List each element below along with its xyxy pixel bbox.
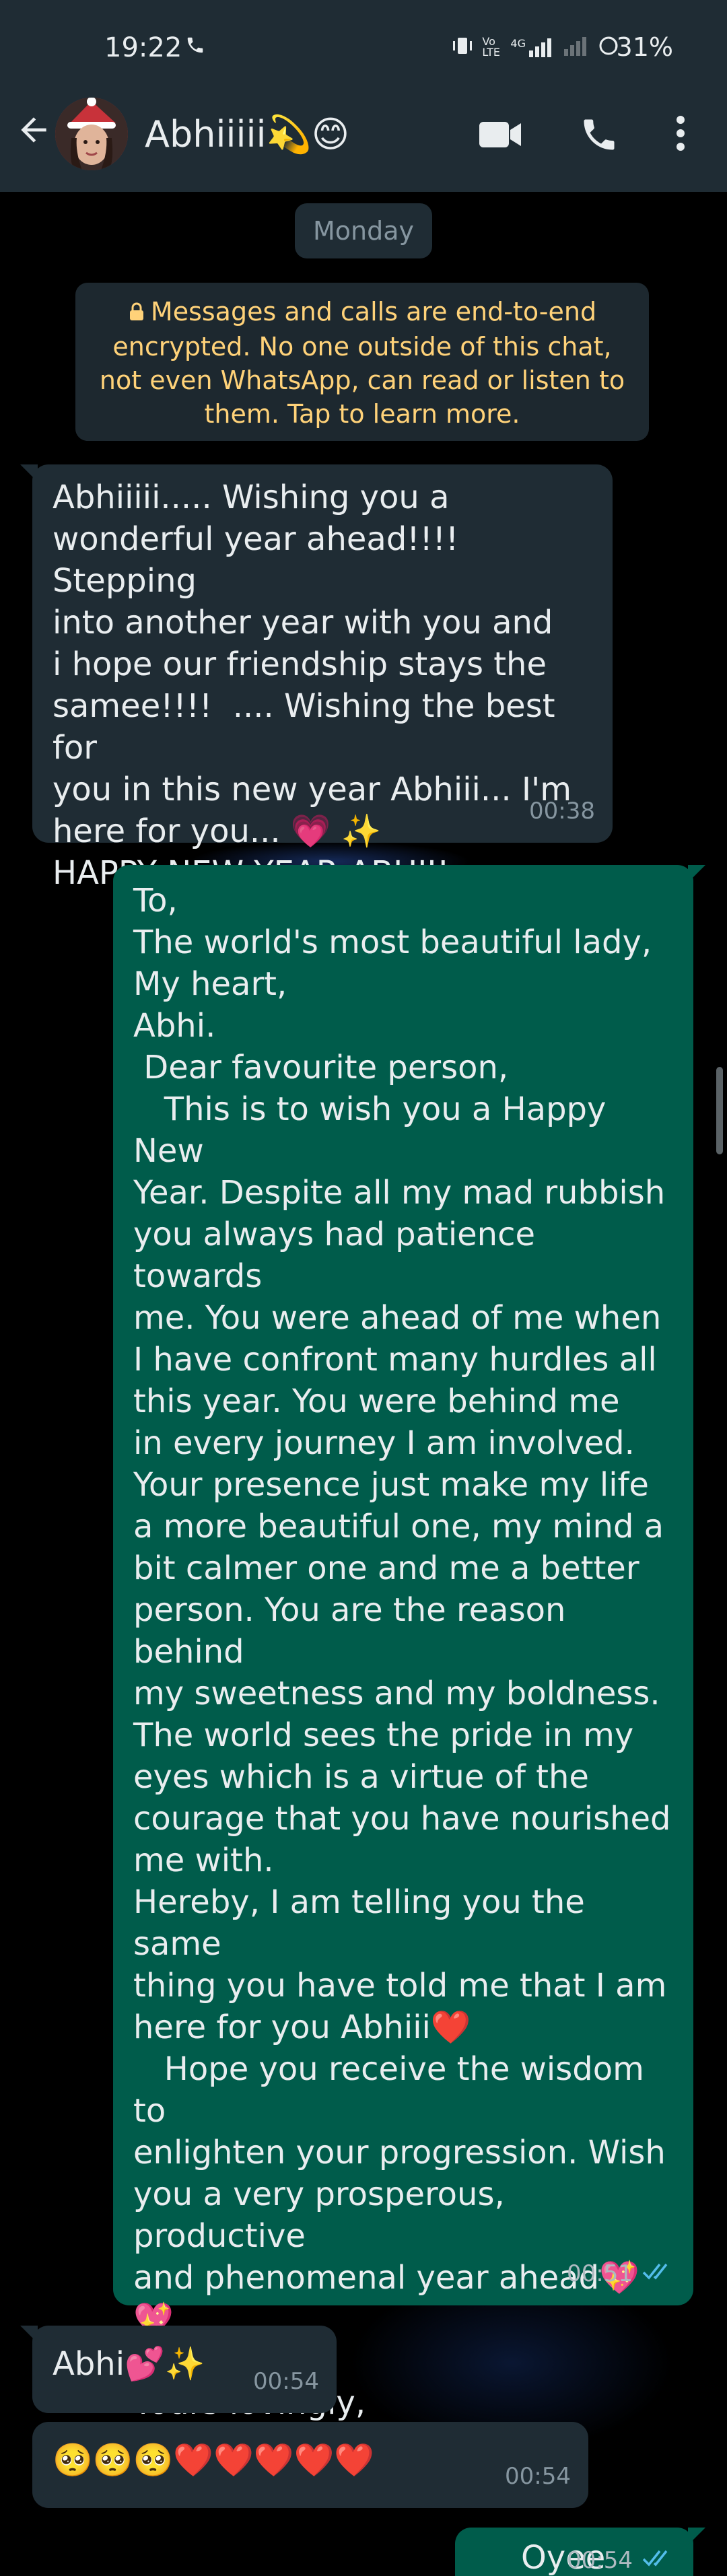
contact-avatar[interactable] <box>55 98 128 170</box>
message-bubble-outgoing[interactable]: To, The world's most beautiful lady, My … <box>113 865 705 2464</box>
read-ticks-icon <box>642 2250 677 2292</box>
message-bubble-incoming[interactable]: 🥺🥺🥺❤️❤️❤️❤️❤️ 00:54 <box>32 2422 588 2508</box>
video-call-icon[interactable] <box>478 118 522 154</box>
signal-icon: 4G <box>510 37 555 57</box>
bubble-tail <box>20 2326 38 2343</box>
scrollbar-thumb[interactable] <box>716 1067 723 1154</box>
battery-percent: 31% <box>616 32 673 62</box>
message-time: 00:54 <box>253 2368 319 2395</box>
status-icons: Vo LTE 4G <box>451 35 619 59</box>
vibrate-icon <box>451 36 474 59</box>
message-bubble-incoming[interactable]: Abhiiiii..... Wishing you a wonderful ye… <box>20 464 613 892</box>
signal-2-icon <box>563 36 590 59</box>
contact-name[interactable]: Abhiiiii💫😊 <box>145 113 349 156</box>
voice-call-icon[interactable] <box>579 114 619 158</box>
volte-label: Vo LTE <box>482 35 501 59</box>
message-bubble-incoming[interactable]: Abhi💕✨ 00:54 <box>20 2326 337 2413</box>
bubble-tail <box>688 865 705 882</box>
whatsapp-chat-screen: 19:22 Vo LTE 4G 31% Abhiiiii💫😊 Monday Me… <box>0 0 727 2576</box>
message-time: 00:54 <box>505 2463 571 2490</box>
back-arrow-icon[interactable] <box>15 111 53 151</box>
message-time: 00:54 <box>567 2547 633 2574</box>
encryption-notice-text: Messages and calls are end-to-end encryp… <box>99 297 625 429</box>
encryption-notice[interactable]: Messages and calls are end-to-end encryp… <box>75 283 649 441</box>
read-ticks-icon <box>642 2537 677 2576</box>
signal-type-label: 4G <box>510 37 526 50</box>
date-divider: Monday <box>295 203 432 258</box>
bubble-tail <box>20 464 38 482</box>
message-time: 00:51 <box>567 2260 633 2287</box>
message-text: 🥺🥺🥺❤️❤️❤️❤️❤️ <box>53 2441 375 2479</box>
status-time: 19:22 <box>104 32 182 63</box>
bubble-tail <box>688 2528 705 2545</box>
chat-header: Abhiiiii💫😊 <box>0 74 727 192</box>
lock-icon <box>128 296 145 330</box>
message-time: 00:38 <box>529 798 595 825</box>
ongoing-call-icon <box>185 35 205 58</box>
message-bubble-outgoing[interactable]: Oyee 00:54 <box>455 2528 705 2576</box>
message-text: To, The world's most beautiful lady, My … <box>133 882 671 2464</box>
message-text: Abhiiiii..... Wishing you a wonderful ye… <box>53 479 572 892</box>
more-options-icon[interactable] <box>672 113 689 156</box>
